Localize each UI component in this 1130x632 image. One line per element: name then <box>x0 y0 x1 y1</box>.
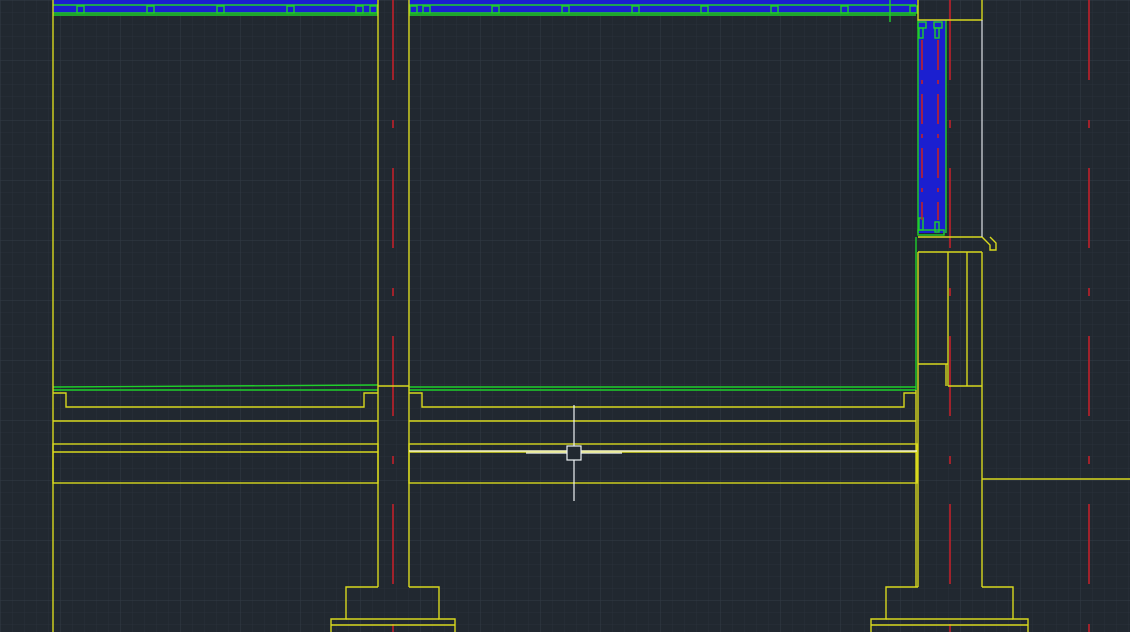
drawing-viewport[interactable] <box>0 0 1130 632</box>
pickbox-icon <box>566 445 582 461</box>
grid-layer <box>0 0 1130 632</box>
top-beam-fill-left <box>53 0 377 13</box>
